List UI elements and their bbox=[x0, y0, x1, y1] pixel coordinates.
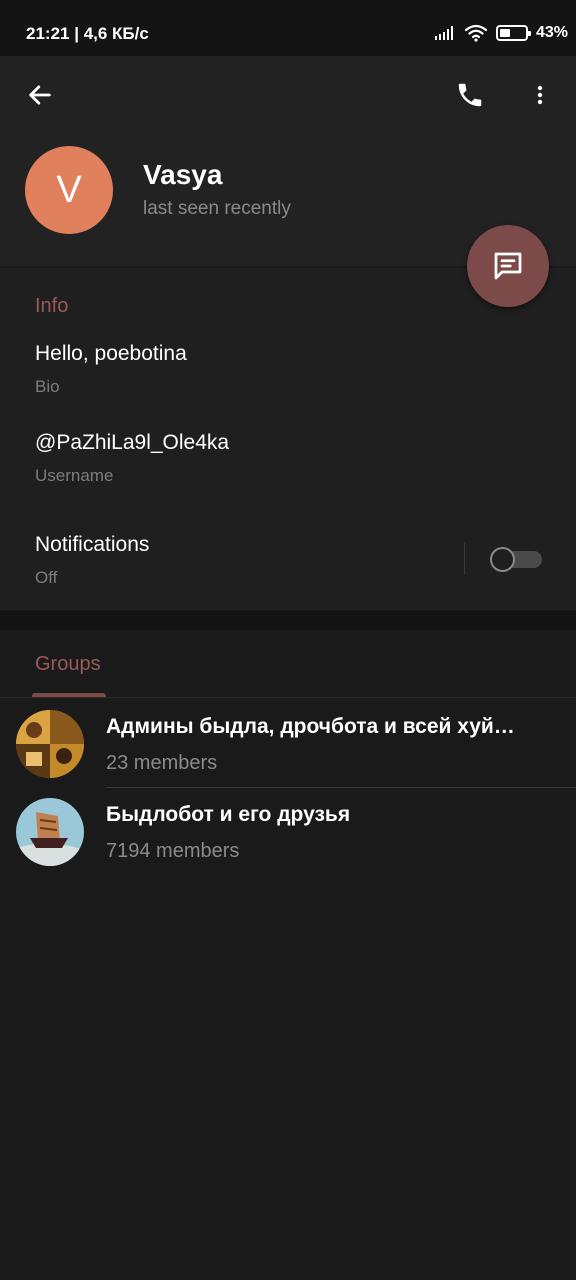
notifications-value: Off bbox=[35, 568, 58, 587]
status-time-speed: 21:21 | 4,6 КБ/с bbox=[26, 24, 149, 44]
group-photo-collage-icon bbox=[16, 710, 84, 778]
back-button[interactable] bbox=[16, 71, 64, 119]
status-network-speed: 4,6 КБ/с bbox=[83, 24, 149, 43]
profile-name: Vasya bbox=[143, 159, 223, 190]
group-avatar bbox=[16, 710, 84, 778]
group-ship-icon bbox=[16, 798, 84, 866]
notifications-toggle[interactable] bbox=[490, 547, 542, 572]
battery-tip bbox=[527, 31, 531, 36]
send-message-button[interactable] bbox=[467, 225, 549, 307]
groups-section: Groups Админы быдла, дрочбота и всей хуй… bbox=[0, 630, 576, 1280]
call-button[interactable] bbox=[446, 71, 494, 119]
bio-value: Hello, poebotina bbox=[35, 342, 187, 365]
avatar-letter: V bbox=[56, 168, 82, 211]
status-icons: 43% bbox=[434, 24, 568, 42]
status-separator: | bbox=[74, 24, 84, 43]
battery-icon bbox=[495, 25, 531, 41]
info-section-title: Info bbox=[35, 295, 69, 317]
toggle-knob bbox=[490, 547, 515, 572]
info-section: Info Hello, poebotina Bio @PaZhiLa9l_Ole… bbox=[0, 268, 576, 610]
group-avatar bbox=[16, 798, 84, 866]
more-options-button[interactable] bbox=[516, 71, 564, 119]
message-icon bbox=[494, 252, 522, 280]
notifications-divider bbox=[464, 543, 465, 575]
group-list-item[interactable]: Быдлобот и его друзья 7194 members bbox=[0, 788, 576, 876]
status-time: 21:21 bbox=[26, 24, 70, 43]
status-bar: 21:21 | 4,6 КБ/с 43% bbox=[0, 0, 576, 56]
signal-icon bbox=[434, 26, 453, 40]
tab-groups[interactable]: Groups bbox=[35, 653, 101, 676]
username-value: @PaZhiLa9l_Ole4ka bbox=[35, 431, 230, 454]
battery-fill bbox=[499, 29, 510, 37]
phone-icon bbox=[458, 83, 482, 107]
notifications-title: Notifications bbox=[35, 533, 150, 556]
tab-underline bbox=[0, 697, 576, 698]
section-gap bbox=[0, 610, 576, 630]
group-members: 23 members bbox=[106, 752, 218, 774]
profile-last-seen: last seen recently bbox=[143, 198, 291, 219]
wifi-icon bbox=[464, 24, 488, 42]
bio-label: Bio bbox=[35, 377, 60, 396]
profile-avatar[interactable]: V bbox=[25, 146, 113, 234]
username-label: Username bbox=[35, 466, 114, 485]
group-name: Быдлобот и его друзья bbox=[106, 803, 351, 826]
group-name: Админы быдла, дрочбота и всей хуй… bbox=[106, 715, 515, 738]
group-members: 7194 members bbox=[106, 840, 240, 862]
group-list-item[interactable]: Админы быдла, дрочбота и всей хуй… 23 me… bbox=[0, 700, 576, 788]
back-arrow-icon bbox=[29, 85, 51, 105]
battery-percent: 43% bbox=[535, 24, 568, 41]
more-vertical-icon bbox=[537, 85, 543, 105]
